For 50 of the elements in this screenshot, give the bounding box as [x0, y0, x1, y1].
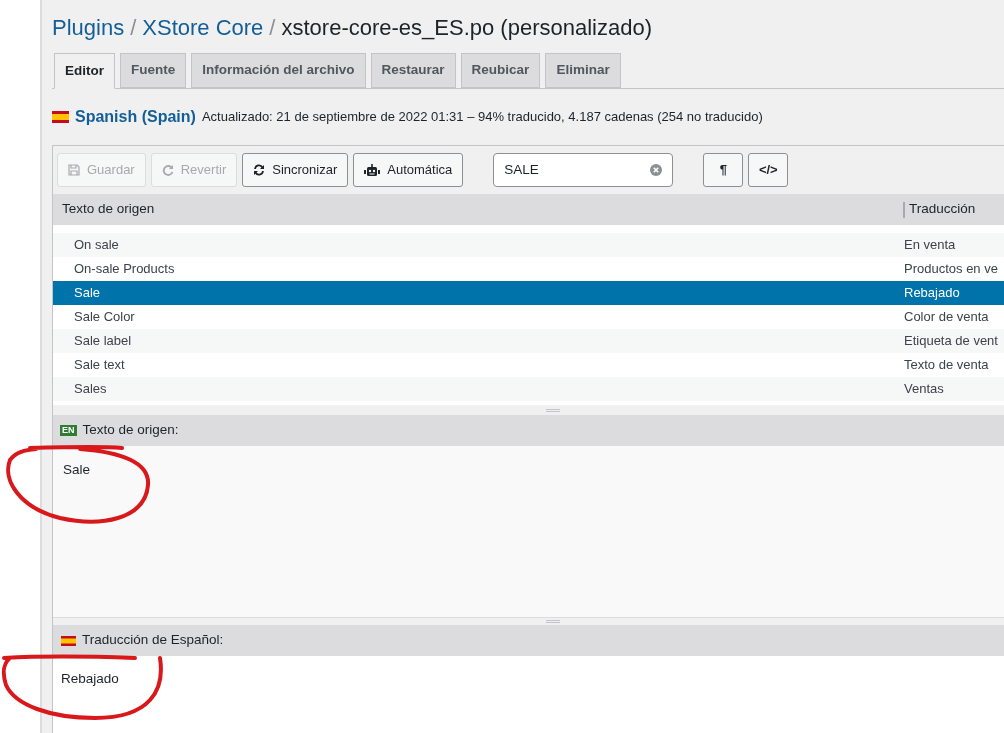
- column-header: Texto de origen: [61, 200, 156, 219]
- table-cell-text: Texto de venta: [903, 356, 989, 375]
- table-row[interactable]: Sale label Etiqueta de vent: [53, 329, 1004, 353]
- source-text: Sale: [63, 462, 91, 477]
- tab[interactable]: Fuente: [120, 53, 187, 88]
- robot-icon: [364, 163, 381, 177]
- tab[interactable]: Información del archivo: [191, 53, 366, 88]
- locale-summary: Actualizado: 21 de septiembre de 2022 01:31 – 94% traducido, 4.187 cadenas (254 no traducido): [201, 108, 763, 127]
- table-cell-text: On-sale Products: [73, 260, 176, 279]
- toolbar-button[interactable]: Sincronizar: [242, 153, 349, 187]
- search-field[interactable]: SALE: [493, 153, 674, 187]
- table-cell-text: Sale label: [73, 332, 133, 351]
- save-icon: [68, 164, 80, 176]
- table-cell-text: Ventas: [903, 380, 944, 399]
- toolbar-button[interactable]: Automática: [353, 153, 464, 187]
- locale-name[interactable]: Spanish (Spain): [75, 105, 196, 129]
- tab[interactable]: Restaurar: [370, 53, 456, 88]
- language-badge: EN: [60, 425, 77, 436]
- spain-flag-icon: [61, 635, 76, 646]
- spain-flag-icon: [52, 111, 69, 123]
- table-cell-text: Productos en ve: [903, 260, 998, 279]
- column-header: Traducción: [909, 200, 976, 219]
- table-cell-text: Color de venta: [903, 308, 989, 327]
- breadcrumb-link[interactable]: Plugins: [52, 11, 125, 44]
- table-cell-text: Rebajado: [903, 284, 960, 303]
- breadcrumb-link[interactable]: XStore Core: [142, 11, 264, 44]
- table-cell-text: Sale Color: [73, 308, 136, 327]
- table-cell-text: On sale: [73, 236, 120, 255]
- toggle-button[interactable]: </>: [748, 153, 789, 187]
- page-title: xstore-core-es_ES.po (personalizado): [281, 14, 652, 42]
- toggle-button[interactable]: ¶: [703, 153, 744, 187]
- translation-field[interactable]: Rebajado: [61, 671, 119, 686]
- breadcrumb-separator: /: [269, 14, 276, 42]
- clear-icon[interactable]: [650, 164, 663, 176]
- table-cell-text: Sale: [73, 284, 102, 303]
- breadcrumb-separator: /: [130, 14, 137, 42]
- table-row[interactable]: Sales Ventas: [53, 377, 1004, 401]
- panel-label: Texto de origen:: [82, 421, 179, 440]
- sync-icon: [253, 164, 266, 176]
- table-row[interactable]: On sale En venta: [53, 233, 1004, 257]
- table-cell-text: Sale text: [73, 356, 126, 375]
- table-cell-text: Etiqueta de vent: [903, 332, 998, 351]
- table-cell-text: Sales: [73, 380, 108, 399]
- panel-label: Traducción de Español:: [82, 631, 224, 650]
- tab[interactable]: Editor: [54, 53, 115, 89]
- table-row[interactable]: Sale Rebajado: [53, 281, 1004, 305]
- table-cell-text: En venta: [903, 236, 956, 255]
- redo-icon: [161, 164, 174, 176]
- tab[interactable]: Reubicar: [460, 53, 541, 88]
- tab[interactable]: Eliminar: [545, 53, 621, 88]
